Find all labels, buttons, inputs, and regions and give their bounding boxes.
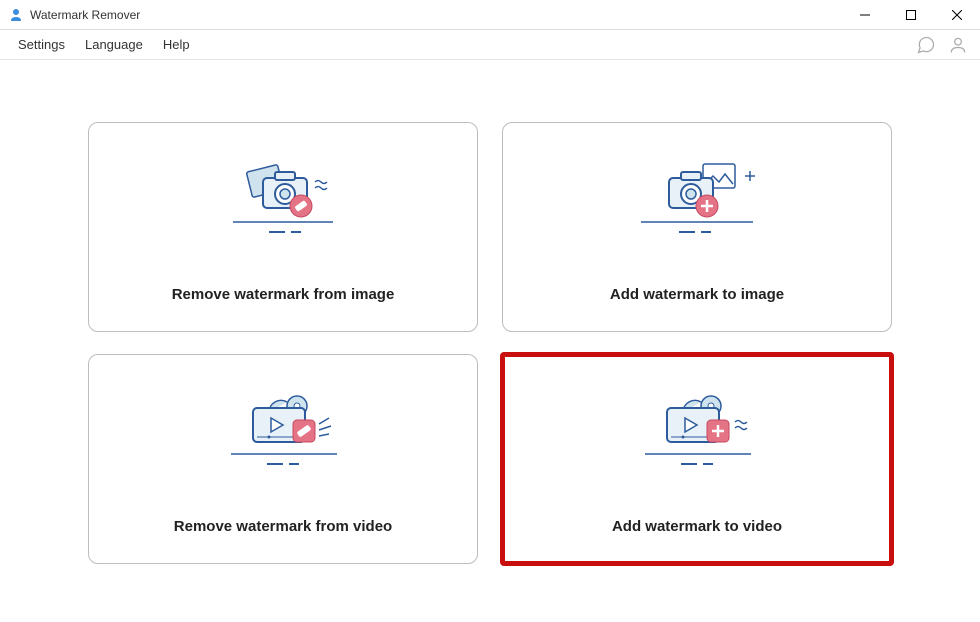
- video-add-icon: [607, 384, 787, 484]
- titlebar: Watermark Remover: [0, 0, 980, 30]
- menu-help[interactable]: Help: [153, 33, 200, 56]
- card-remove-watermark-image[interactable]: Remove watermark from image: [88, 122, 478, 332]
- main-content: Remove watermark from image: [0, 60, 980, 564]
- user-icon[interactable]: [944, 31, 972, 59]
- card-add-watermark-image[interactable]: Add watermark to image: [502, 122, 892, 332]
- card-label: Remove watermark from image: [172, 286, 395, 303]
- card-remove-watermark-video[interactable]: Remove watermark from video: [88, 354, 478, 564]
- menu-language[interactable]: Language: [75, 33, 153, 56]
- app-title: Watermark Remover: [30, 8, 842, 22]
- camera-add-icon: [607, 152, 787, 252]
- minimize-button[interactable]: [842, 0, 888, 30]
- app-icon: [8, 7, 24, 23]
- camera-erase-icon: [193, 152, 373, 252]
- close-button[interactable]: [934, 0, 980, 30]
- card-label: Add watermark to video: [612, 518, 782, 535]
- menubar: Settings Language Help: [0, 30, 980, 60]
- card-label: Remove watermark from video: [174, 518, 392, 535]
- maximize-button[interactable]: [888, 0, 934, 30]
- card-add-watermark-video[interactable]: Add watermark to video: [502, 354, 892, 564]
- window-controls: [842, 0, 980, 30]
- card-label: Add watermark to image: [610, 286, 784, 303]
- video-erase-icon: [193, 384, 373, 484]
- menu-settings[interactable]: Settings: [8, 33, 75, 56]
- chat-icon[interactable]: [912, 31, 940, 59]
